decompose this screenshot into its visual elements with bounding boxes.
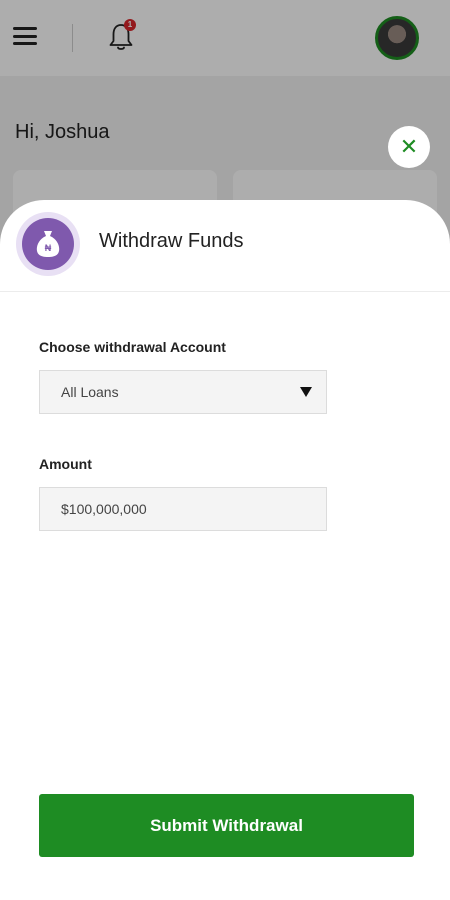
money-bag-icon: ₦ [16,212,80,276]
caret-down-icon [300,387,312,397]
account-select[interactable]: All Loans [39,370,327,414]
sheet-header: ₦ Withdraw Funds [0,200,450,292]
account-select-value: All Loans [61,384,119,400]
amount-input[interactable] [39,487,327,531]
close-button[interactable]: ✕ [388,126,430,168]
account-label: Choose withdrawal Account [39,339,226,355]
withdraw-sheet: ₦ Withdraw Funds Choose withdrawal Accou… [0,200,450,900]
amount-label: Amount [39,456,92,472]
close-icon: ✕ [399,134,419,159]
submit-withdrawal-button[interactable]: Submit Withdrawal [39,794,414,857]
sheet-title: Withdraw Funds [99,230,244,252]
svg-text:₦: ₦ [45,243,52,253]
